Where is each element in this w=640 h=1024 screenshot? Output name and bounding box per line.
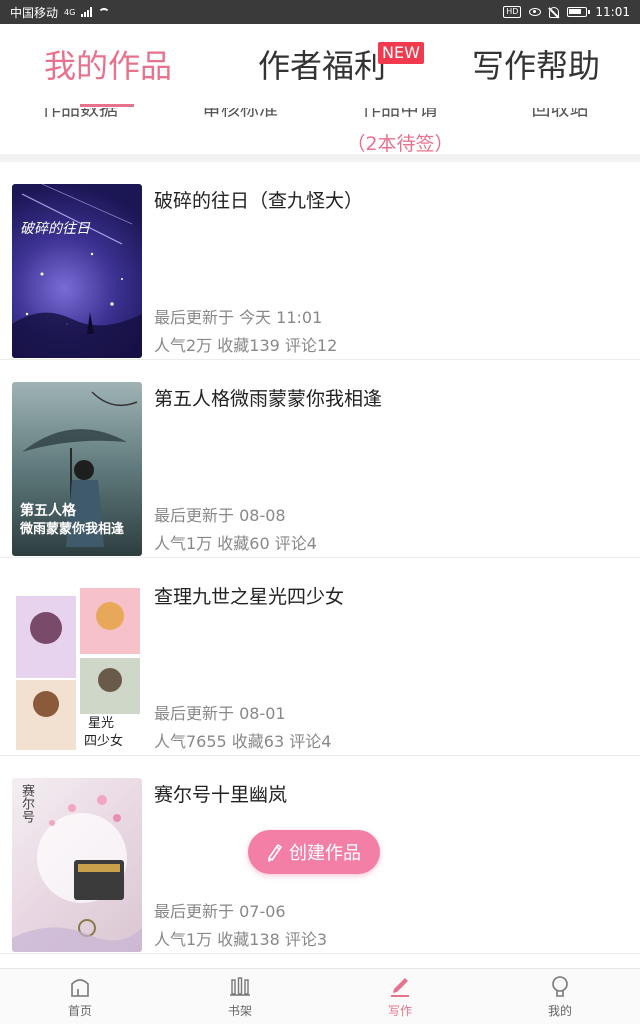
nav-label: 书架 [227,1004,252,1018]
cover-title: 赛尔号 [19,784,34,823]
sub-tab-label: 审核标准 [201,108,278,120]
create-work-button[interactable]: 创建作品 [248,830,380,874]
network-type: 4G [64,7,76,17]
nav-item-home[interactable]: 首页 [0,969,160,1024]
book-item[interactable]: 破碎的往日 破碎的往日（查九怪大） 最后更新于 今天 11:01 人气2万 收藏… [0,162,640,360]
sub-tab-review-standards[interactable]: 审核标准 [160,108,320,121]
book-stats: 人气1万 收藏138 评论3 [154,930,328,949]
book-updated-time: 最后更新于 07-06 [154,902,286,921]
cover-title: 破碎的往日 [20,221,90,237]
nav-item-bookshelf[interactable]: 书架 [160,969,320,1024]
book-cover: 星光 四少女 [12,580,142,754]
book-cover: 破碎的往日 [12,184,142,358]
book-stats: 人气2万 收藏139 评论12 [154,336,338,355]
sub-tab-works-data[interactable]: 作品数据 [0,108,160,121]
book-updated-time: 最后更新于 08-01 [154,704,286,723]
book-title[interactable]: 赛尔号十里幽岚 [154,780,287,807]
book-stats: 人气7655 收藏63 评论4 [154,732,332,751]
nav-label: 我的 [547,1004,572,1018]
book-updated-time: 最后更新于 今天 11:01 [154,308,323,327]
book-title[interactable]: 第五人格微雨蒙蒙你我相逢 [154,384,382,411]
wifi-icon [98,7,111,17]
active-tab-indicator [80,104,134,107]
book-cover: 第五人格 微雨蒙蒙你我相逢 [12,382,142,556]
eye-icon [529,8,542,16]
mute-icon [549,6,560,18]
profile-icon [552,976,568,997]
sub-tab-label: 作品数据 [41,108,118,120]
nav-label: 首页 [67,1004,92,1018]
sub-tab-recycle-bin[interactable]: 回收站 [480,108,640,121]
status-time: 11:01 [595,5,630,19]
sub-tab-bar: 作品数据 审核标准 作品申请 （2本待签） 回收站 [0,108,640,158]
bookshelf-icon [230,977,250,996]
write-icon [391,978,409,997]
book-title[interactable]: 破碎的往日（查九怪大） [154,186,363,213]
book-cover: 赛尔号 [12,778,142,952]
pending-sign-count: （2本待签） [346,133,454,155]
cover-title-line1: 星光 [88,716,115,731]
home-icon [71,979,89,997]
tab-my-works[interactable]: 我的作品 [44,46,172,86]
pencil-icon [268,844,282,862]
cover-title-line2: 四少女 [84,734,124,749]
cover-art [12,184,142,358]
tab-author-benefits[interactable]: 作者福利 [258,46,386,86]
book-updated-time: 最后更新于 08-08 [154,506,286,525]
book-item[interactable]: 星光 四少女 查理九世之星光四少女 最后更新于 08-01 人气7655 收藏6… [0,558,640,756]
book-item[interactable]: 第五人格 微雨蒙蒙你我相逢 第五人格微雨蒙蒙你我相逢 最后更新于 08-08 人… [0,360,640,558]
section-divider [0,154,640,162]
book-stats: 人气1万 收藏60 评论4 [154,534,317,553]
sub-tab-works-apply[interactable]: 作品申请 （2本待签） [320,108,480,156]
battery-icon [567,7,591,17]
top-tab-bar: 我的作品 作者福利 NEW 写作帮助 [0,24,640,108]
bottom-nav: 首页 书架 写作 我的 [0,968,640,1024]
tab-writing-help[interactable]: 写作帮助 [472,46,600,86]
carrier-label: 中国移动 [10,5,59,20]
signal-icon [81,7,93,17]
book-title[interactable]: 查理九世之星光四少女 [154,582,344,609]
nav-item-profile[interactable]: 我的 [480,969,640,1024]
sub-tab-label: 回收站 [531,108,589,120]
status-bar: 中国移动 4G HD 11:01 [0,0,640,24]
create-work-label: 创建作品 [289,843,361,864]
nav-label: 写作 [387,1004,412,1018]
cover-title-line2: 微雨蒙蒙你我相逢 [20,522,125,537]
hd-icon: HD [503,6,522,18]
sub-tab-label: 作品申请 [361,108,438,120]
new-badge: NEW [378,42,424,64]
cover-art [16,588,140,750]
nav-item-write[interactable]: 写作 [320,969,480,1024]
cover-title-line1: 第五人格 [20,503,76,519]
